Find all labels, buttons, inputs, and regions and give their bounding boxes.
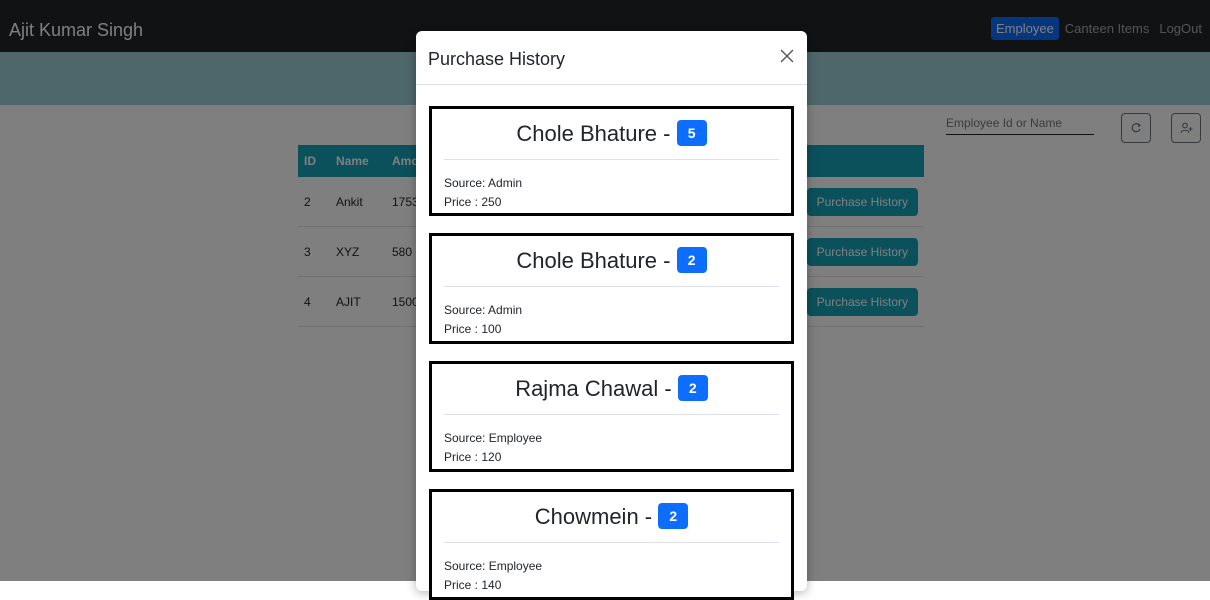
price-label: Price : [444,195,482,209]
quantity-badge: 5 [676,120,707,147]
card-body: Source: Admin Price : 100 [432,287,791,339]
source-line: Source: Employee [444,557,779,576]
close-icon [780,49,794,63]
purchase-card: Chole Bhature - 5 Source: Admin Price : … [429,106,794,216]
quantity-badge: 2 [676,247,707,274]
card-title: Chole Bhature - 5 [444,109,779,160]
price-label: Price : [444,578,482,592]
item-name: Rajma Chawal [515,376,659,401]
price-value: 100 [481,322,502,336]
purchase-card: Chole Bhature - 2 Source: Admin Price : … [429,233,794,344]
price-line: Price : 140 [444,576,779,595]
price-value: 250 [481,195,502,209]
quantity-badge: 2 [658,503,689,530]
title-separator: - [638,504,659,529]
card-body: Source: Employee Price : 140 [432,543,791,595]
item-name: Chole Bhature [516,121,658,146]
purchase-history-modal: Purchase History Chole Bhature - 5 Sourc… [416,31,807,600]
price-value: 120 [481,450,502,464]
price-line: Price : 250 [444,193,779,212]
title-separator: - [657,121,677,146]
source-label: Source: [444,431,489,445]
price-label: Price : [444,322,482,336]
card-title: Chowmein - 2 [444,492,779,543]
source-label: Source: [444,559,489,573]
modal-title: Purchase History [428,49,566,69]
card-title: Rajma Chawal - 2 [444,364,779,415]
source-label: Source: [444,303,489,317]
card-body: Source: Employee Price : 120 [432,415,791,467]
item-name: Chole Bhature [516,248,658,273]
price-line: Price : 100 [444,320,779,339]
price-label: Price : [444,450,482,464]
source-value: Employee [488,559,543,573]
source-value: Admin [488,176,523,190]
source-value: Admin [488,303,523,317]
card-title: Chole Bhature - 2 [444,236,779,287]
card-body: Source: Admin Price : 250 [432,160,791,212]
quantity-badge: 2 [677,375,708,402]
source-line: Source: Admin [444,174,779,193]
purchase-card: Rajma Chawal - 2 Source: Employee Price … [429,361,794,472]
modal-header: Purchase History [416,31,807,85]
title-separator: - [657,248,677,273]
price-line: Price : 120 [444,448,779,467]
purchase-card: Chowmein - 2 Source: Employee Price : 14… [429,489,794,600]
close-button[interactable] [777,46,797,66]
title-separator: - [658,376,678,401]
source-label: Source: [444,176,489,190]
source-line: Source: Employee [444,429,779,448]
source-value: Employee [488,431,543,445]
item-name: Chowmein [534,504,639,529]
source-line: Source: Admin [444,301,779,320]
price-value: 140 [481,578,502,592]
